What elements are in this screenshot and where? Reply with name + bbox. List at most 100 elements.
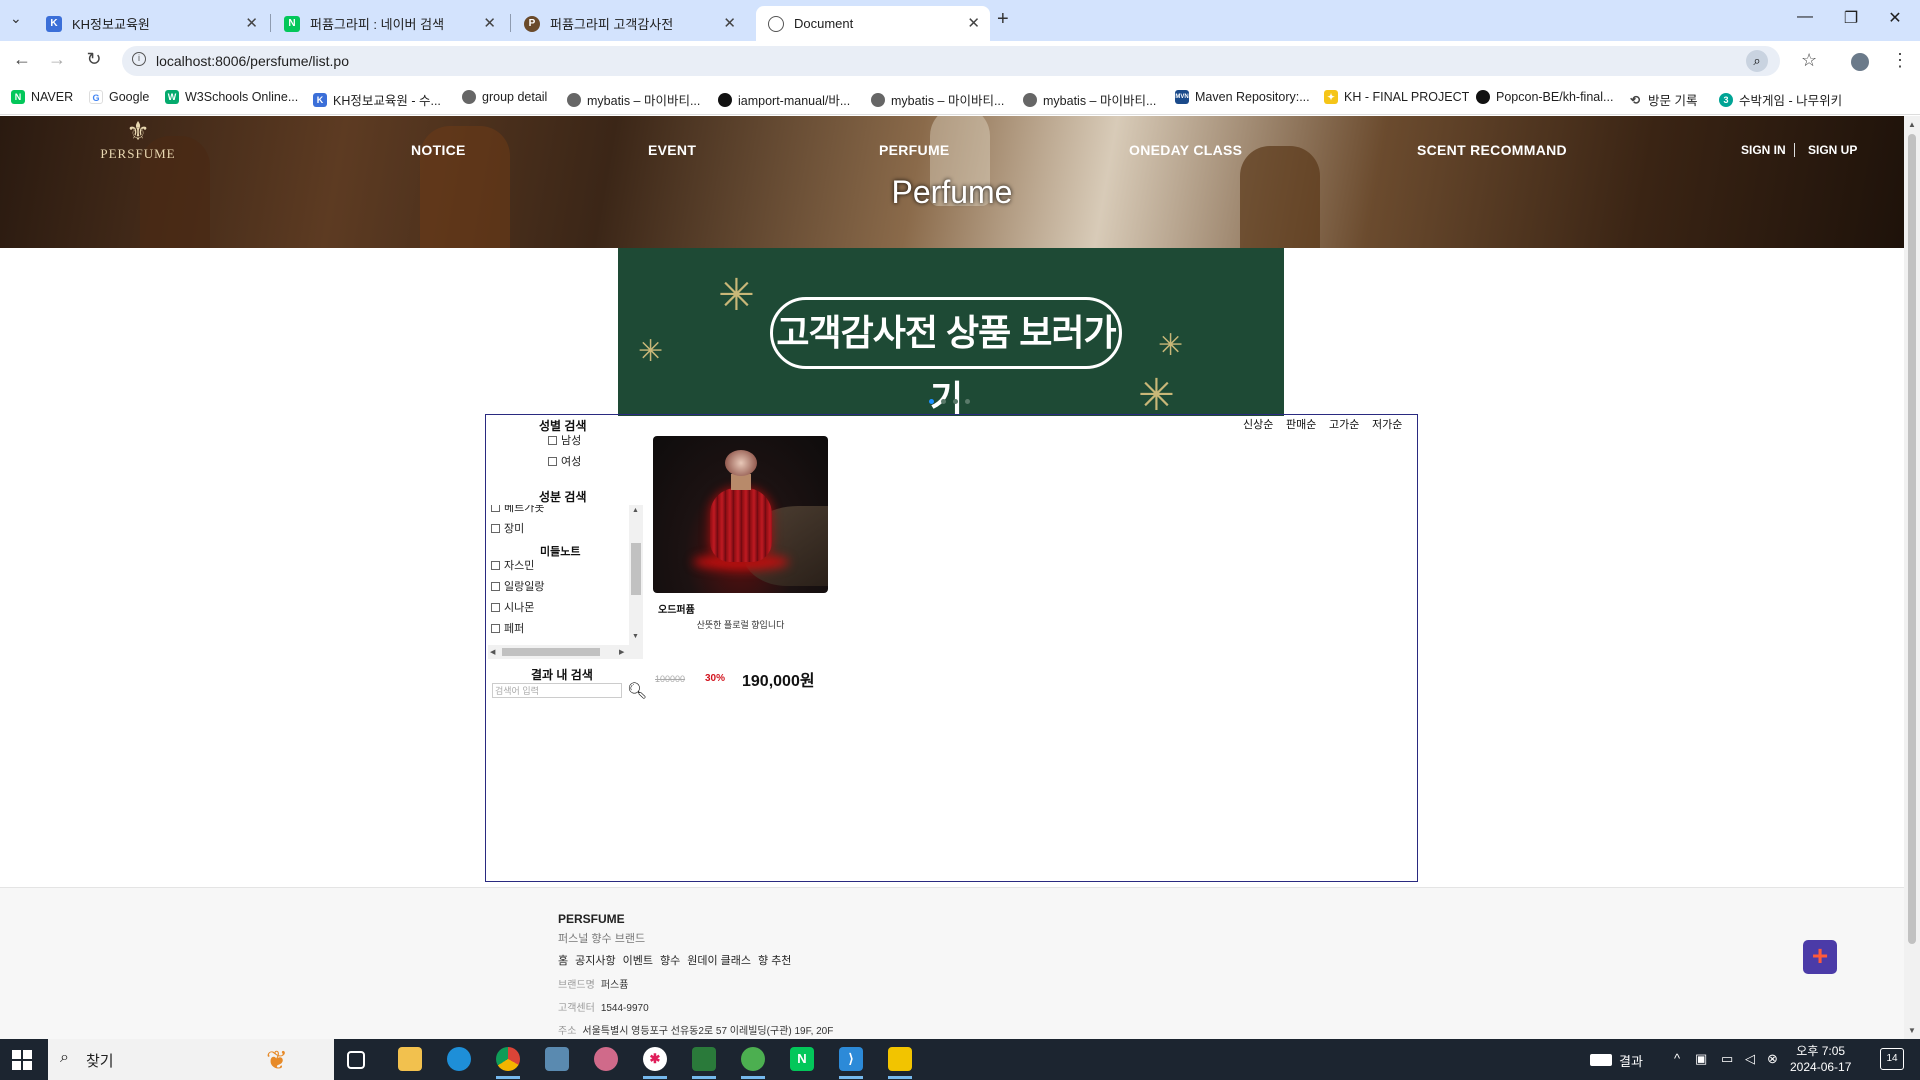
close-icon[interactable]: ✕ bbox=[967, 14, 980, 32]
scroll-left-icon[interactable]: ◀ bbox=[490, 648, 495, 656]
tab-perfumegraphy[interactable]: P 퍼퓸그라피 고객감사전 ✕ bbox=[512, 6, 746, 41]
tab-naver-search[interactable]: N 퍼퓸그라피 : 네이버 검색 ✕ bbox=[272, 6, 506, 41]
floating-add-button[interactable]: + bbox=[1803, 940, 1837, 974]
scrollbar-thumb[interactable] bbox=[1908, 134, 1916, 944]
sheet-app-icon[interactable] bbox=[692, 1047, 716, 1071]
ingredient-checkbox[interactable]: 페퍼 bbox=[491, 620, 524, 636]
chrome-icon[interactable] bbox=[496, 1047, 520, 1071]
checkbox[interactable] bbox=[491, 523, 500, 533]
gender-female-checkbox[interactable]: 여성 bbox=[548, 453, 581, 469]
task-view-icon[interactable] bbox=[347, 1051, 365, 1069]
scroll-down-icon[interactable]: ▼ bbox=[632, 633, 639, 640]
taskbar-search[interactable]: ⌕ 찾기 ❦ bbox=[48, 1039, 334, 1080]
checkbox[interactable] bbox=[548, 456, 557, 466]
mlb-icon[interactable] bbox=[1590, 1054, 1612, 1066]
footer-link-perfume[interactable]: 향수 bbox=[660, 952, 680, 968]
bookmark-iamport[interactable]: iamport-manual/바... bbox=[718, 90, 850, 109]
scroll-down-icon[interactable]: ▼ bbox=[1908, 1026, 1916, 1035]
nav-notice[interactable]: NOTICE bbox=[411, 142, 466, 158]
sort-price-low[interactable]: 저가순 bbox=[1372, 416, 1402, 432]
scroll-right-icon[interactable]: ▶ bbox=[619, 648, 624, 656]
ingredient-checkbox[interactable]: 베르가못 bbox=[491, 505, 544, 515]
volume-icon[interactable]: ◁ bbox=[1745, 1051, 1755, 1067]
zoom-icon[interactable]: ⌕ bbox=[1746, 50, 1768, 72]
ingredient-checkbox[interactable]: 자스민 bbox=[491, 557, 534, 573]
banner-dot[interactable] bbox=[965, 399, 970, 404]
checkbox[interactable] bbox=[491, 560, 500, 570]
ingredient-scroll-list[interactable]: 베르가못 장미 미들노트 자스민 일랑일랑 시나몬 페퍼 bbox=[488, 505, 643, 645]
checkbox[interactable] bbox=[548, 435, 557, 445]
nav-event[interactable]: EVENT bbox=[648, 142, 696, 158]
bookmark-google[interactable]: G Google bbox=[89, 90, 149, 104]
bookmark-mybatis[interactable]: mybatis – 마이바티... bbox=[567, 90, 700, 109]
footer-link-oneday-class[interactable]: 원데이 클래스 bbox=[687, 952, 751, 968]
sync-icon[interactable]: ⊗ bbox=[1767, 1051, 1778, 1067]
forward-button[interactable]: → bbox=[45, 49, 69, 70]
ingredient-checkbox[interactable]: 시나몬 bbox=[491, 599, 534, 615]
ingredient-vertical-scrollbar[interactable]: ▲ ▼ bbox=[629, 505, 643, 645]
checkbox[interactable] bbox=[491, 581, 500, 591]
banner-cta[interactable]: 고객감사전 상품 보러가기 bbox=[770, 297, 1122, 416]
scrollbar-thumb[interactable] bbox=[631, 543, 641, 595]
close-icon[interactable]: ✕ bbox=[723, 14, 736, 32]
site-logo[interactable]: ⚜ PERSFUME bbox=[98, 116, 178, 176]
scroll-up-icon[interactable]: ▲ bbox=[632, 507, 639, 514]
menu-icon[interactable]: ⋮ bbox=[1891, 50, 1909, 71]
network-icon[interactable]: ▭ bbox=[1721, 1051, 1733, 1067]
naver-app-icon[interactable]: N bbox=[790, 1047, 814, 1071]
bookmark-group-detail[interactable]: group detail bbox=[462, 90, 547, 104]
ingredient-checkbox[interactable]: 장미 bbox=[491, 520, 524, 536]
show-hidden-icons-icon[interactable]: ^ bbox=[1674, 1051, 1680, 1066]
bookmark-naver[interactable]: N NAVER bbox=[11, 90, 73, 104]
back-button[interactable]: ← bbox=[10, 49, 34, 70]
chat-app-icon[interactable] bbox=[741, 1047, 765, 1071]
footer-link-event[interactable]: 이벤트 bbox=[623, 952, 653, 968]
address-bar[interactable]: i localhost:8006/persfume/list.po ⌕ bbox=[122, 46, 1780, 76]
tray-label[interactable]: 결과 bbox=[1619, 1051, 1643, 1070]
ingredient-checkbox[interactable]: 일랑일랑 bbox=[491, 578, 544, 594]
bookmark-mybatis-2[interactable]: mybatis – 마이바티... bbox=[871, 90, 1004, 109]
promo-banner[interactable]: ✳ ✳ ✳ ✳ 고객감사전 상품 보러가기 bbox=[618, 248, 1284, 416]
bookmark-history[interactable]: ⟲ 방문 기록 bbox=[1628, 90, 1697, 109]
minimize-button[interactable]: — bbox=[1790, 8, 1820, 26]
footer-link-home[interactable]: 홈 bbox=[558, 952, 568, 968]
banner-dot[interactable] bbox=[953, 399, 958, 404]
close-window-button[interactable]: ✕ bbox=[1880, 8, 1910, 28]
vscode-icon[interactable]: ⟩ bbox=[839, 1047, 863, 1071]
sort-newest[interactable]: 신상순 bbox=[1243, 416, 1273, 432]
bookmark-kh[interactable]: K KH정보교육원 - 수... bbox=[313, 90, 441, 109]
banner-dot[interactable] bbox=[929, 399, 934, 404]
checkbox[interactable] bbox=[491, 623, 500, 633]
close-icon[interactable]: ✕ bbox=[483, 14, 496, 32]
page-scrollbar[interactable]: ▲ ▼ bbox=[1904, 116, 1920, 1039]
tab-search-icon[interactable]: ⌄ bbox=[10, 10, 22, 27]
search-icon[interactable]: 🔍︎ bbox=[627, 681, 647, 701]
nav-scent-recommand[interactable]: SCENT RECOMMAND bbox=[1417, 142, 1567, 158]
sort-price-high[interactable]: 고가순 bbox=[1329, 416, 1359, 432]
checkbox[interactable] bbox=[491, 505, 500, 512]
bookmark-w3schools[interactable]: W W3Schools Online... bbox=[165, 90, 298, 104]
checkbox[interactable] bbox=[491, 602, 500, 612]
bookmark-star-icon[interactable]: ☆ bbox=[1801, 50, 1817, 71]
url-text[interactable]: localhost:8006/persfume/list.po bbox=[156, 53, 349, 69]
sticky-notes-icon[interactable] bbox=[888, 1047, 912, 1071]
site-info-icon[interactable]: i bbox=[132, 52, 146, 66]
product-image[interactable] bbox=[653, 436, 828, 593]
bookmark-namuwiki[interactable]: 3 수박게임 - 나무위키 bbox=[1719, 90, 1842, 109]
edge-icon[interactable] bbox=[447, 1047, 471, 1071]
file-explorer-icon[interactable] bbox=[398, 1047, 422, 1071]
bookmark-mybatis-3[interactable]: mybatis – 마이바티... bbox=[1023, 90, 1156, 109]
gender-male-checkbox[interactable]: 남성 bbox=[548, 432, 581, 448]
sign-up-link[interactable]: SIGN UP bbox=[1808, 143, 1857, 157]
camera-icon[interactable]: ▣ bbox=[1695, 1051, 1707, 1067]
bookmark-kh-final[interactable]: ✦ KH - FINAL PROJECT bbox=[1324, 90, 1469, 104]
reload-button[interactable]: ↻ bbox=[82, 49, 106, 70]
brain-app-icon[interactable] bbox=[594, 1047, 618, 1071]
restore-button[interactable]: ❐ bbox=[1836, 8, 1866, 28]
profile-avatar[interactable] bbox=[1851, 53, 1869, 71]
footer-link-scent-recommend[interactable]: 향 추천 bbox=[758, 952, 791, 968]
slack-icon[interactable]: ✱ bbox=[643, 1047, 667, 1071]
scroll-up-icon[interactable]: ▲ bbox=[1908, 120, 1916, 129]
nav-oneday-class[interactable]: ONEDAY CLASS bbox=[1129, 142, 1242, 158]
notification-icon[interactable]: 14 bbox=[1880, 1048, 1904, 1070]
